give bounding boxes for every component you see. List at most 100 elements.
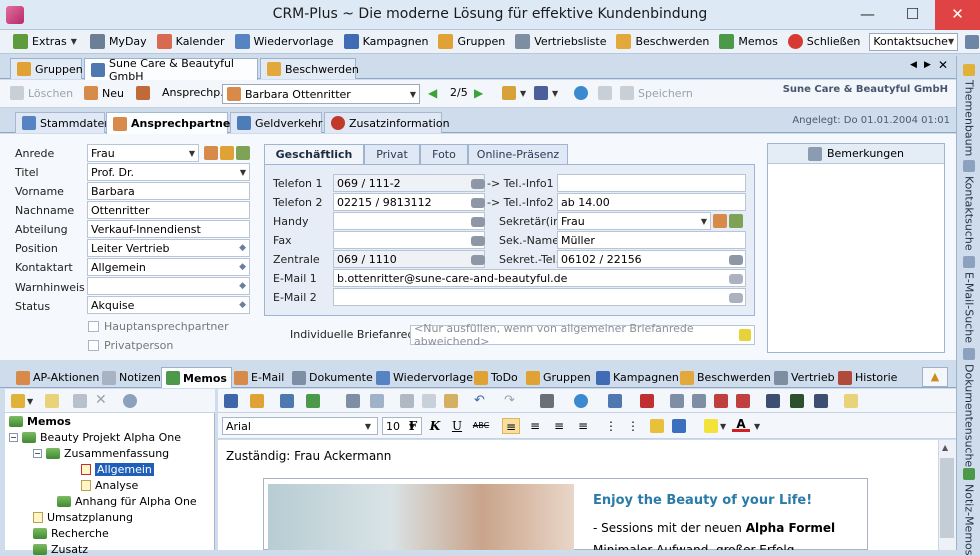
refresh-button[interactable] — [574, 86, 588, 100]
spelling-icon[interactable] — [672, 419, 686, 433]
person-green-icon[interactable] — [729, 214, 743, 228]
chevron-down-icon[interactable]: ▼ — [754, 422, 763, 431]
tab-stammdaten[interactable]: Stammdaten — [15, 112, 111, 133]
align-right-icon[interactable]: ≡ — [550, 418, 568, 434]
sort-button[interactable]: ▼ — [502, 86, 529, 100]
tab-scroll-left-icon[interactable]: ◀ — [910, 60, 917, 70]
bullet-list-icon[interactable]: ⋮ — [624, 418, 642, 434]
table-icon[interactable] — [608, 394, 622, 408]
tab-gruppen-lower[interactable]: Gruppen — [522, 367, 595, 388]
status-select[interactable]: Akquise ◆ — [87, 296, 250, 314]
menu-gruppen[interactable]: Gruppen — [433, 31, 510, 53]
menu-kampagnen[interactable]: Kampagnen — [339, 31, 434, 53]
phone-icon[interactable] — [471, 198, 485, 208]
row-delete-icon[interactable] — [714, 394, 728, 408]
info2-input[interactable]: ab 14.00 — [557, 193, 746, 211]
tree-node-selected[interactable]: Allgemein — [81, 463, 154, 476]
tab-todo[interactable]: ToDo — [470, 367, 522, 388]
tab-email[interactable]: E-Mail — [230, 367, 288, 388]
tree-node[interactable]: Anhang für Alpha One — [57, 495, 197, 508]
strike-icon[interactable]: ABC — [472, 418, 490, 434]
sektel-input[interactable]: 06102 / 22156 — [557, 250, 746, 268]
justify-icon[interactable]: ≡ — [574, 418, 592, 434]
template-icon[interactable] — [280, 394, 294, 408]
font-color-icon[interactable]: A — [732, 418, 750, 432]
delete-button[interactable]: Löschen — [10, 86, 73, 100]
handy-input[interactable] — [333, 212, 485, 230]
seknamen-input[interactable]: Müller — [557, 231, 746, 249]
tab-kampagnen[interactable]: Kampagnen — [592, 367, 683, 388]
chevron-down-icon[interactable]: ▼ — [27, 397, 36, 406]
scrollbar-thumb[interactable] — [940, 458, 954, 538]
phone-icon[interactable] — [471, 179, 485, 189]
col-delete-icon[interactable] — [736, 394, 750, 408]
anrede-select[interactable]: Frau ▼ — [87, 144, 199, 162]
hyperlink-icon[interactable] — [574, 394, 588, 408]
table-insert-icon[interactable] — [640, 394, 654, 408]
tab-memos[interactable]: Memos — [161, 367, 232, 388]
close-window-button[interactable]: ✕ — [935, 0, 980, 30]
menu-kalender[interactable]: Kalender — [152, 31, 230, 53]
briefanrede-input[interactable]: <Nur ausfüllen, wenn von allgemeiner Bri… — [410, 322, 755, 348]
new-memo-icon[interactable] — [45, 394, 59, 408]
sidebar-email-suche[interactable]: E-Mail-Suche — [959, 256, 979, 343]
tab-zusatzinformation[interactable]: Zusatzinformation — [324, 112, 450, 133]
search-icon[interactable] — [123, 394, 137, 408]
highlight-icon[interactable] — [844, 394, 858, 408]
tab-notizen[interactable]: Notizen — [98, 367, 165, 388]
save-button[interactable]: Speichern — [620, 86, 693, 100]
tab-online-praesenz[interactable]: Online-Präsenz — [468, 144, 568, 164]
sidebar-themenbaum[interactable]: Themenbaum — [959, 64, 979, 156]
phone-icon[interactable] — [471, 255, 485, 265]
warnhinweis-select[interactable]: ◆ — [87, 277, 250, 295]
search-contacts-icon[interactable] — [965, 34, 980, 49]
menu-wiedervorlage[interactable]: Wiedervorlage — [230, 31, 339, 53]
delete-icon[interactable]: ✕ — [95, 392, 107, 408]
tree-node[interactable]: Umsatzplanung — [33, 511, 133, 524]
scroll-up-icon[interactable]: ▲ — [942, 443, 948, 452]
underline-icon[interactable]: U — [448, 418, 466, 434]
kontaktsuche-combo[interactable]: Kontaktsuche ▼ — [869, 32, 959, 51]
preview-icon[interactable] — [370, 394, 384, 408]
sidebar-notiz-memos[interactable]: Notiz-Memos — [959, 468, 979, 556]
menu-memos[interactable]: Memos — [714, 31, 782, 53]
cut-icon[interactable] — [400, 394, 414, 408]
tab-privat[interactable]: Privat — [364, 144, 420, 164]
tree-root[interactable]: Memos — [9, 415, 71, 428]
copy-icon[interactable] — [422, 394, 436, 408]
hauptansprechpartner-checkbox[interactable]: Hauptansprechpartner — [88, 320, 229, 333]
chevron-down-icon[interactable]: ▼ — [720, 422, 729, 431]
image-icon[interactable] — [766, 394, 780, 408]
titel-select[interactable]: Prof. Dr. ▼ — [87, 163, 250, 181]
privatperson-checkbox[interactable]: Privatperson — [88, 339, 173, 352]
spellcheck-icon[interactable] — [540, 394, 554, 408]
tab-company[interactable]: Sune Care & Beautyful GmbH — [84, 57, 258, 83]
zentrale-input[interactable]: 069 / 1110 — [333, 250, 485, 268]
tree-node[interactable]: Analyse — [81, 479, 138, 492]
tab-ansprechpartner[interactable]: Ansprechpartner — [106, 112, 236, 134]
person-icon[interactable] — [204, 146, 218, 160]
phone-icon[interactable] — [471, 217, 485, 227]
info1-input[interactable] — [557, 174, 746, 192]
col-insert-icon[interactable] — [692, 394, 706, 408]
font-select[interactable]: Arial ▼ — [222, 417, 378, 435]
person-gold-icon[interactable] — [220, 146, 234, 160]
tab-beschwerden-lower[interactable]: Beschwerden — [676, 367, 775, 388]
contact-person-select[interactable]: Barbara Ottenritter ▼ — [222, 84, 420, 104]
tab-beschwerden[interactable]: Beschwerden — [260, 58, 359, 79]
nachname-input[interactable]: Ottenritter — [87, 201, 250, 219]
pen-button[interactable]: ▼ — [534, 86, 561, 100]
tab-geldverkehr[interactable]: Geldverkehr — [230, 112, 322, 133]
redo-icon[interactable]: ↷ — [504, 393, 515, 408]
menu-extras[interactable]: Extras ▼ — [8, 31, 85, 53]
print-icon[interactable] — [346, 394, 360, 408]
align-left-icon[interactable]: ≡ — [502, 418, 520, 434]
new-folder-icon[interactable] — [11, 394, 25, 408]
export-icon[interactable] — [306, 394, 320, 408]
edit-icon[interactable] — [739, 329, 751, 341]
list-icon[interactable] — [73, 394, 87, 408]
row-insert-icon[interactable] — [670, 394, 684, 408]
tab-gruppen[interactable]: Gruppen — [10, 58, 83, 79]
page-icon[interactable] — [814, 394, 828, 408]
tree-node[interactable]: Recherche — [33, 527, 109, 540]
